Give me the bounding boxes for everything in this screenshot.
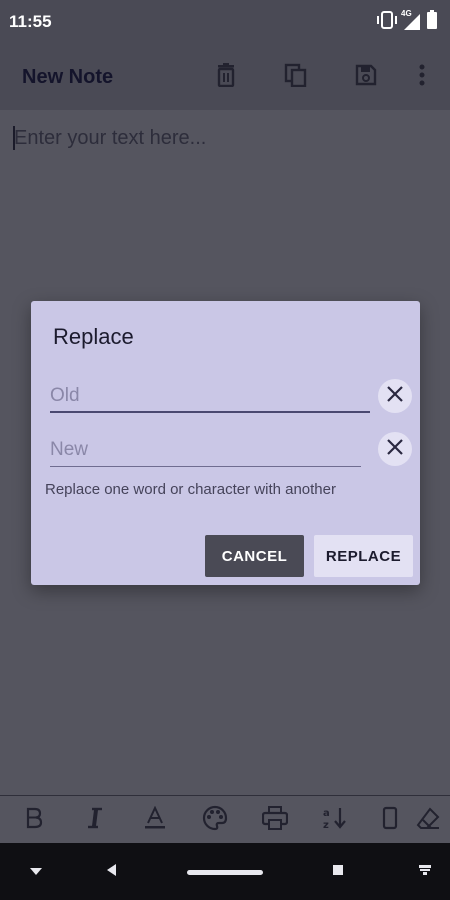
more-options-button[interactable] (407, 62, 437, 92)
format-toolbar: a z (0, 795, 450, 843)
home-button[interactable] (187, 861, 263, 883)
dialog-title: Replace (53, 324, 134, 349)
svg-text:z: z (323, 820, 329, 830)
sort-icon: a z (322, 806, 348, 835)
palette-icon (202, 805, 228, 836)
new-field-underline (50, 466, 361, 467)
battery-icon (426, 9, 438, 35)
palette-button[interactable] (201, 805, 229, 836)
keyboard-switch-icon (418, 863, 432, 881)
print-button[interactable] (261, 805, 289, 835)
bold-icon (24, 807, 44, 834)
delete-icon (215, 62, 237, 92)
clear-old-button[interactable] (378, 379, 412, 413)
more-options-icon (419, 64, 425, 91)
old-placeholder: Old (50, 385, 80, 406)
home-pill (187, 869, 263, 875)
keyboard-switch-button[interactable] (416, 861, 434, 883)
copy-icon (284, 63, 308, 92)
recents-button[interactable] (330, 861, 346, 883)
device-icon (382, 806, 398, 835)
delete-button[interactable] (211, 62, 241, 92)
back-icon (106, 863, 118, 882)
bold-button[interactable] (20, 806, 48, 834)
app-bar: New Note (0, 44, 450, 110)
print-icon (261, 805, 289, 835)
recents-icon (332, 863, 344, 881)
sort-button[interactable]: a z (321, 806, 349, 834)
vibrate-icon (376, 10, 398, 34)
status-time: 11:55 (9, 12, 52, 31)
hide-keyboard-icon (30, 863, 42, 881)
old-text-field[interactable]: Old (50, 373, 370, 413)
back-button[interactable] (104, 861, 120, 883)
4g-signal-icon: 4G (401, 9, 422, 31)
device-button[interactable] (376, 806, 404, 834)
italic-icon (86, 807, 104, 834)
italic-button[interactable] (81, 806, 109, 834)
replace-button[interactable]: REPLACE (314, 535, 413, 577)
eraser-button[interactable] (414, 806, 442, 834)
dialog-hint: Replace one word or character with anoth… (45, 481, 336, 498)
close-icon (386, 438, 404, 461)
system-nav-bar (0, 843, 450, 900)
editor-placeholder: Enter your text here... (14, 127, 207, 149)
new-placeholder: New (50, 439, 89, 460)
page-title: New Note (22, 66, 114, 88)
save-button[interactable] (351, 62, 381, 92)
svg-text:a: a (323, 808, 330, 819)
old-field-underline (50, 411, 370, 413)
close-icon (386, 385, 404, 408)
hide-keyboard-button[interactable] (28, 861, 44, 883)
copy-button[interactable] (281, 62, 311, 92)
clear-new-button[interactable] (378, 432, 412, 466)
text-color-icon (144, 805, 166, 835)
cancel-button[interactable]: CANCEL (205, 535, 304, 577)
status-bar: 11:55 4G (0, 0, 450, 44)
status-icons: 4G (376, 9, 438, 35)
text-color-button[interactable] (141, 805, 169, 835)
new-text-field[interactable]: New (50, 427, 370, 467)
replace-dialog: Replace Old New Replace one word or char… (31, 301, 420, 585)
save-icon (355, 64, 377, 91)
eraser-icon (415, 806, 441, 835)
